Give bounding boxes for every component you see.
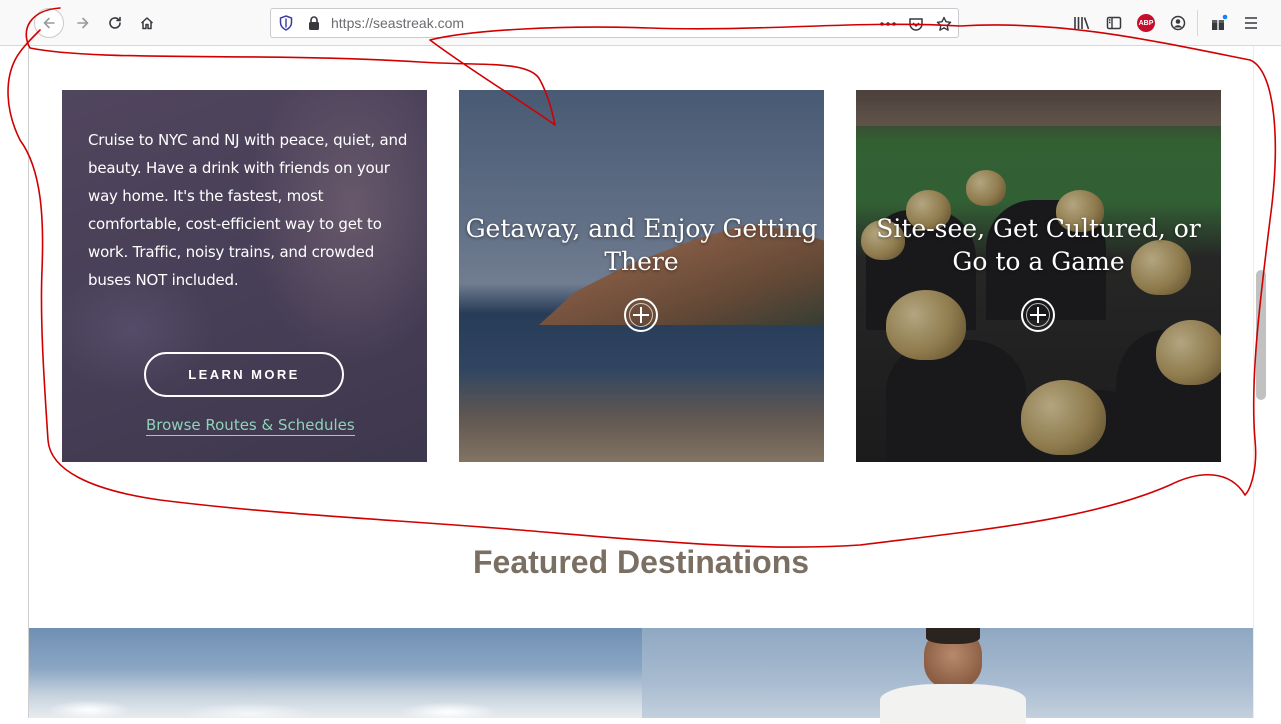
page-viewport: Cruise to NYC and NJ with peace, quiet, …	[0, 46, 1281, 724]
back-button[interactable]	[34, 8, 64, 38]
account-button[interactable]	[1163, 8, 1193, 38]
commute-card: Cruise to NYC and NJ with peace, quiet, …	[62, 90, 427, 462]
tracking-shield-icon[interactable]	[279, 15, 293, 31]
getaway-card[interactable]: Getaway, and Enjoy Getting There	[459, 90, 824, 462]
bookmark-star-icon[interactable]	[933, 14, 955, 34]
reload-icon	[109, 16, 121, 29]
toolbar-separator	[1197, 10, 1198, 36]
card-title: Site-see, Get Cultured, or Go to a Game	[876, 214, 1201, 276]
pocket-icon[interactable]	[905, 14, 927, 34]
extensions-button[interactable]	[1204, 8, 1234, 38]
arrow-right-icon	[77, 17, 89, 29]
adblock-button[interactable]: ABP	[1131, 8, 1161, 38]
adblock-plus-icon: ABP	[1137, 14, 1155, 32]
destination-photo-person[interactable]	[642, 628, 1253, 724]
lock-icon[interactable]	[307, 15, 321, 31]
account-icon	[1170, 15, 1186, 31]
sidebar-button[interactable]	[1099, 8, 1129, 38]
url-bar[interactable]: https://seastreak.com	[270, 8, 959, 38]
browser-toolbar: https://seastreak.com ABP	[0, 0, 1281, 46]
scrollbar-thumb[interactable]	[1256, 270, 1266, 400]
expand-plus-icon[interactable]	[1021, 298, 1055, 332]
sidebar-icon	[1106, 16, 1122, 30]
library-button[interactable]	[1067, 8, 1097, 38]
expand-plus-icon[interactable]	[624, 298, 658, 332]
sightsee-card[interactable]: Site-see, Get Cultured, or Go to a Game	[856, 90, 1221, 462]
hamburger-icon	[1245, 17, 1257, 29]
clouds	[29, 688, 642, 718]
learn-more-button[interactable]: LEARN MORE	[144, 352, 344, 397]
page-edge	[28, 46, 29, 718]
arrow-left-icon	[43, 17, 55, 29]
url-text[interactable]: https://seastreak.com	[331, 15, 464, 31]
featured-destinations-heading: Featured Destinations	[472, 544, 810, 580]
browse-routes-link[interactable]: Browse Routes & Schedules	[146, 416, 355, 436]
destination-photo-beach[interactable]	[29, 628, 642, 718]
reload-button[interactable]	[100, 8, 130, 38]
home-icon	[140, 17, 154, 30]
page-actions-icon[interactable]	[877, 14, 899, 34]
home-button[interactable]	[132, 8, 162, 38]
library-icon	[1074, 17, 1090, 30]
person-hair	[926, 628, 980, 644]
card-title: Getaway, and Enjoy Getting There	[465, 214, 818, 276]
menu-button[interactable]	[1236, 8, 1266, 38]
gift-icon	[1212, 14, 1228, 30]
person-shirt	[880, 684, 1026, 724]
card-description: Cruise to NYC and NJ with peace, quiet, …	[88, 131, 408, 289]
forward-button[interactable]	[68, 8, 98, 38]
